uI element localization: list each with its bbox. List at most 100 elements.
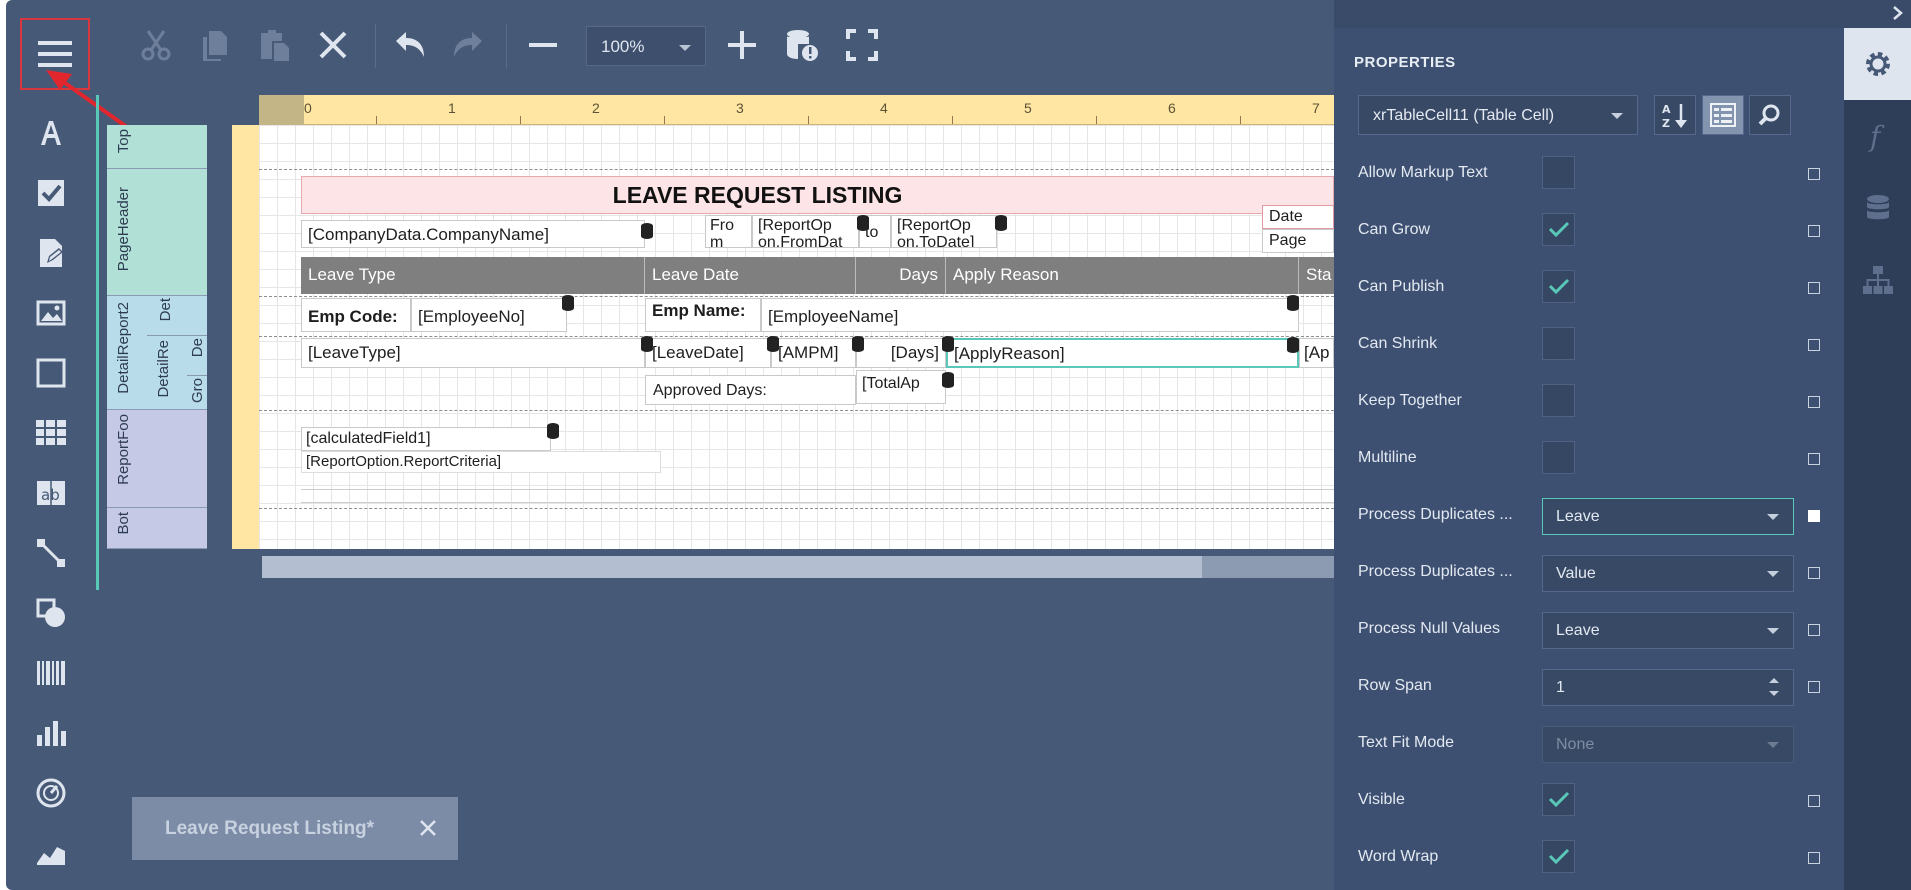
band-detail-report[interactable]: DetailReport2 [107, 296, 147, 410]
spin-up-icon[interactable] [1769, 678, 1779, 683]
employee-no-field[interactable]: [EmployeeNo] [411, 298, 567, 332]
property-marker[interactable] [1808, 168, 1820, 180]
chart-tool[interactable] [26, 708, 76, 758]
picture-tool[interactable] [26, 288, 76, 338]
property-checkbox[interactable] [1542, 783, 1575, 816]
label-tool[interactable] [26, 108, 76, 158]
property-checkbox[interactable] [1542, 840, 1575, 873]
emp-code-label[interactable]: Emp Code: [301, 298, 411, 332]
date-label[interactable]: Date [1262, 205, 1334, 229]
emp-name-label[interactable]: Emp Name: [645, 298, 761, 332]
property-marker[interactable] [1808, 852, 1820, 864]
property-marker[interactable] [1808, 396, 1820, 408]
report-from-field[interactable]: [ReportOp on.FromDat [752, 215, 859, 248]
property-marker[interactable] [1808, 339, 1820, 351]
band-page-header[interactable]: PageHeader [107, 169, 207, 296]
property-select[interactable]: Leave [1542, 498, 1794, 535]
property-marker[interactable] [1808, 681, 1820, 693]
sparkline-tool[interactable] [26, 828, 76, 878]
character-comb-tool[interactable]: ab [26, 468, 76, 518]
delete-button[interactable] [308, 20, 358, 70]
apply-reason-field[interactable]: [ApplyReason] [946, 338, 1299, 368]
property-select[interactable]: Leave [1542, 612, 1794, 649]
horizontal-scrollbar[interactable] [262, 556, 1334, 578]
header-status[interactable]: Sta [1299, 257, 1334, 294]
line-tool[interactable] [26, 528, 76, 578]
validate-bindings-button[interactable] [777, 20, 827, 70]
header-leave-type[interactable]: Leave Type [301, 257, 645, 294]
report-to-field[interactable]: [ReportOp on.ToDate] [891, 215, 997, 248]
scrollbar-thumb[interactable] [262, 556, 1202, 578]
band-report-footer[interactable]: ReportFoo [107, 410, 207, 508]
chevron-right-icon[interactable] [1889, 4, 1907, 22]
search-properties-button[interactable] [1749, 95, 1791, 135]
zoom-select[interactable]: 100% [586, 26, 706, 66]
barcode-tool[interactable] [26, 648, 76, 698]
property-spinner[interactable]: 1 [1542, 669, 1794, 706]
cut-button[interactable] [131, 20, 181, 70]
property-marker[interactable] [1808, 795, 1820, 807]
undo-button[interactable] [385, 20, 435, 70]
from-label[interactable]: Fro m [705, 215, 752, 248]
band-detail-2[interactable]: De [187, 336, 207, 376]
property-marker[interactable] [1808, 225, 1820, 237]
panel-tool[interactable] [26, 348, 76, 398]
apply-overflow-field[interactable]: [Ap [1299, 338, 1334, 368]
report-canvas[interactable]: LEAVE REQUEST LISTING [CompanyData.Compa… [259, 125, 1334, 549]
band-bottom-margin[interactable]: Bot [107, 508, 207, 549]
document-tab[interactable]: Leave Request Listing* [132, 797, 458, 860]
leave-date-field[interactable]: [LeaveDate] [645, 338, 771, 368]
ampm-field[interactable]: [AMPM] [771, 338, 856, 368]
property-checkbox[interactable] [1542, 213, 1575, 246]
spin-down-icon[interactable] [1769, 691, 1779, 696]
design-surface[interactable]: Top PageHeader DetailReport2 Det DetailR… [107, 95, 1334, 555]
total-approved-field[interactable]: [TotalAp [856, 370, 946, 404]
band-detail-1[interactable]: Det [147, 296, 207, 336]
property-checkbox[interactable] [1542, 270, 1575, 303]
property-marker[interactable] [1808, 510, 1820, 522]
rich-text-tool[interactable] [26, 228, 76, 278]
property-checkbox[interactable] [1542, 441, 1575, 474]
employee-name-field[interactable]: [EmployeeName] [761, 298, 1299, 332]
property-marker[interactable] [1808, 282, 1820, 294]
tab-expressions[interactable]: f [1844, 100, 1911, 172]
report-title[interactable]: LEAVE REQUEST LISTING [301, 176, 1334, 214]
sort-alphabetical-button[interactable]: AZ [1654, 95, 1696, 135]
zoom-in-button[interactable] [717, 20, 767, 70]
header-apply-reason[interactable]: Apply Reason [946, 257, 1299, 294]
property-checkbox[interactable] [1542, 327, 1575, 360]
categorized-view-button[interactable] [1702, 95, 1744, 135]
page-label[interactable]: Page [1262, 229, 1334, 253]
shape-tool[interactable] [26, 588, 76, 638]
table-tool[interactable] [26, 408, 76, 458]
gauge-tool[interactable] [26, 768, 76, 818]
header-days[interactable]: Days [856, 257, 946, 294]
property-checkbox[interactable] [1542, 384, 1575, 417]
copy-button[interactable] [190, 20, 240, 70]
band-group[interactable]: Gro [187, 376, 207, 410]
property-select[interactable]: Value [1542, 555, 1794, 592]
report-criteria-field[interactable]: [ReportOption.ReportCriteria] [301, 451, 661, 473]
checkbox-tool[interactable] [26, 168, 76, 218]
property-marker[interactable] [1808, 453, 1820, 465]
fullscreen-button[interactable] [837, 20, 887, 70]
property-marker[interactable] [1808, 567, 1820, 579]
property-checkbox[interactable] [1542, 156, 1575, 189]
close-icon[interactable] [416, 816, 440, 840]
header-leave-date[interactable]: Leave Date [645, 257, 856, 294]
leave-type-field[interactable]: [LeaveType] [301, 338, 645, 368]
redo-button[interactable] [443, 20, 493, 70]
company-name-field[interactable]: [CompanyData.CompanyName] [301, 220, 645, 248]
band-detail-report-inner[interactable]: DetailRe [147, 336, 187, 410]
tab-field-list[interactable] [1844, 172, 1911, 244]
approved-days-label[interactable]: Approved Days: [645, 375, 856, 405]
zoom-out-button[interactable] [518, 20, 568, 70]
band-top-margin[interactable]: Top [107, 125, 207, 169]
paste-button[interactable] [249, 20, 299, 70]
tab-properties[interactable] [1844, 28, 1911, 100]
tab-report-explorer[interactable] [1844, 244, 1911, 316]
property-marker[interactable] [1808, 624, 1820, 636]
calculated-field[interactable]: [calculatedField1] [301, 427, 551, 451]
object-selector[interactable]: xrTableCell11 (Table Cell) [1358, 95, 1638, 135]
days-field[interactable]: [Days] [856, 338, 946, 368]
